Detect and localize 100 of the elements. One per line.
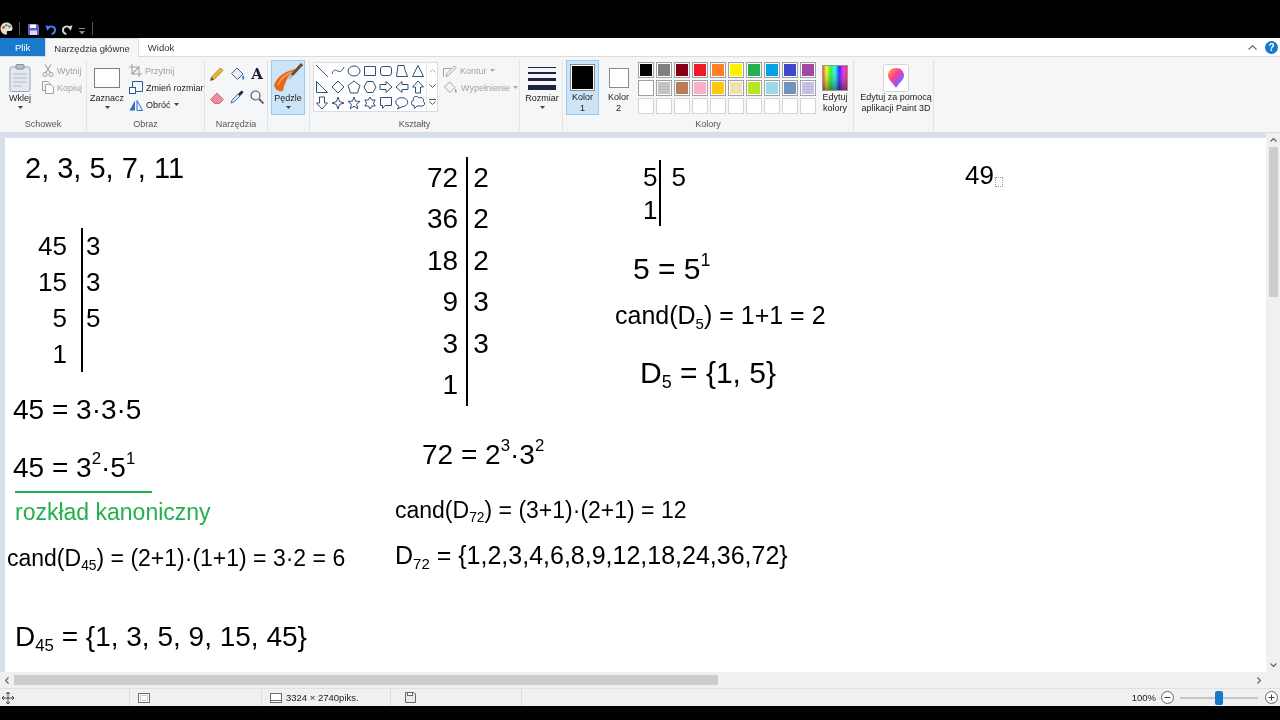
handwritten-label: rozkład kanoniczny — [15, 501, 211, 524]
line-icon[interactable] — [315, 64, 329, 78]
ribbon-tab[interactable]: Widok — [138, 38, 184, 56]
group-label: Kolory — [694, 118, 722, 131]
caret-icon — [104, 106, 110, 109]
expand-gallery-icon[interactable] — [428, 99, 436, 106]
dropdown-caret-icon[interactable] — [79, 28, 85, 35]
pencil-icon[interactable] — [210, 67, 224, 81]
triangle-icon[interactable] — [411, 64, 425, 78]
scrollbar-thumb[interactable] — [1268, 147, 1278, 297]
resize-button[interactable]: Zmień rozmiar — [127, 79, 206, 96]
empty-color-swatch[interactable] — [800, 98, 816, 114]
empty-color-swatch[interactable] — [674, 98, 690, 114]
paint-3d-button[interactable]: Edytuj za pomocą aplikacji Paint 3D — [857, 60, 935, 115]
oval-callout-icon[interactable] — [395, 96, 409, 110]
undo-icon[interactable] — [45, 23, 56, 35]
group-label: Schowek — [23, 118, 63, 131]
color-swatch[interactable] — [764, 62, 780, 78]
scroll-down-icon[interactable] — [1269, 663, 1277, 667]
eraser-icon[interactable] — [209, 90, 225, 104]
color-swatch[interactable] — [800, 62, 816, 78]
color-swatch[interactable] — [710, 80, 726, 96]
ribbon-tab[interactable]: Narzędzia główne — [45, 38, 139, 57]
scrollbar-thumb[interactable] — [14, 675, 718, 685]
color-swatch[interactable] — [638, 62, 654, 78]
text-tool[interactable]: A — [251, 66, 263, 82]
vertical-scrollbar[interactable] — [1266, 133, 1280, 672]
color-swatch[interactable] — [656, 80, 672, 96]
collapse-ribbon-icon[interactable] — [1248, 44, 1257, 50]
right-triangle-icon[interactable] — [315, 80, 329, 94]
horizontal-scrollbar[interactable] — [0, 672, 1280, 688]
rectangle-icon[interactable] — [363, 64, 377, 78]
brushes-button[interactable]: Pędzle — [271, 60, 305, 115]
empty-color-swatch[interactable] — [656, 98, 672, 114]
scroll-left-icon[interactable] — [5, 676, 9, 684]
empty-color-swatch[interactable] — [728, 98, 744, 114]
palette-icon[interactable] — [0, 22, 13, 35]
right-arrow-icon[interactable] — [379, 80, 393, 94]
size-button[interactable]: Rozmiar — [523, 60, 561, 115]
scroll-down-icon[interactable] — [428, 84, 436, 88]
magnifier-icon[interactable] — [250, 90, 264, 104]
left-arrow-icon[interactable] — [395, 80, 409, 94]
diamond-icon[interactable] — [331, 80, 345, 94]
save-icon[interactable] — [28, 24, 39, 35]
hexagon-icon[interactable] — [363, 80, 377, 94]
pentagon-icon[interactable] — [347, 80, 361, 94]
paste-button[interactable]: Wklej — [3, 60, 37, 115]
empty-color-swatch[interactable] — [746, 98, 762, 114]
redo-icon[interactable] — [62, 23, 73, 35]
slider-thumb[interactable] — [1215, 690, 1223, 705]
empty-color-swatch[interactable] — [710, 98, 726, 114]
empty-color-swatch[interactable] — [638, 98, 654, 114]
edit-colors-button[interactable]: Edytuj kolory — [819, 60, 851, 115]
scissors-icon — [42, 64, 54, 77]
scroll-right-icon[interactable] — [1257, 676, 1261, 684]
color-swatch[interactable] — [764, 80, 780, 96]
zoom-out-icon[interactable] — [1161, 691, 1174, 704]
caret-icon — [539, 106, 545, 109]
fill-bucket-icon[interactable] — [229, 67, 245, 81]
cloud-callout-icon[interactable] — [411, 96, 425, 110]
color-swatch[interactable] — [674, 80, 690, 96]
empty-color-swatch[interactable] — [692, 98, 708, 114]
zoom-in-icon[interactable] — [1265, 691, 1278, 704]
color-swatch[interactable] — [728, 80, 744, 96]
group-label: Kształty — [397, 118, 432, 131]
up-arrow-icon[interactable] — [411, 80, 425, 94]
scroll-up-icon[interactable] — [1269, 138, 1277, 142]
dividend-number: 9 — [442, 288, 459, 317]
color-swatch[interactable] — [710, 62, 726, 78]
handwritten-formula: 72 = 2$^{3}$·3$^{2}$ — [422, 441, 545, 469]
file-tab[interactable]: Plik — [0, 38, 46, 56]
polygon-icon[interactable] — [395, 64, 409, 78]
color-slot-button[interactable]: Kolor 2 — [602, 60, 635, 115]
caret-icon — [17, 106, 23, 109]
color-swatch[interactable] — [746, 80, 762, 96]
four-point-star-icon[interactable] — [331, 96, 345, 110]
six-point-star-icon[interactable] — [363, 96, 377, 110]
color-swatch[interactable] — [800, 80, 816, 96]
color-swatch[interactable] — [746, 62, 762, 78]
empty-color-swatch[interactable] — [764, 98, 780, 114]
color-swatch[interactable] — [782, 80, 798, 96]
color-swatch[interactable] — [674, 62, 690, 78]
down-arrow-icon[interactable] — [315, 96, 329, 110]
help-button[interactable]: ? — [1265, 40, 1278, 54]
rectangle-callout-icon[interactable] — [379, 96, 393, 110]
rotate-button[interactable]: Obróć — [127, 96, 206, 113]
color-swatch[interactable] — [728, 62, 744, 78]
select-button[interactable]: Zaznacz — [90, 60, 124, 115]
color-swatch[interactable] — [656, 62, 672, 78]
color-picker-icon[interactable] — [230, 90, 244, 104]
color-swatch[interactable] — [692, 80, 708, 96]
dividend-number: 1 — [643, 196, 658, 223]
color-swatch[interactable] — [638, 80, 654, 96]
color-swatch[interactable] — [782, 62, 798, 78]
five-point-star-icon[interactable] — [347, 96, 361, 110]
empty-color-swatch[interactable] — [782, 98, 798, 114]
resize-icon — [129, 81, 143, 94]
drawing-canvas[interactable] — [5, 138, 1266, 672]
color-slot-button[interactable]: Kolor 1 — [566, 60, 599, 115]
color-swatch[interactable] — [692, 62, 708, 78]
